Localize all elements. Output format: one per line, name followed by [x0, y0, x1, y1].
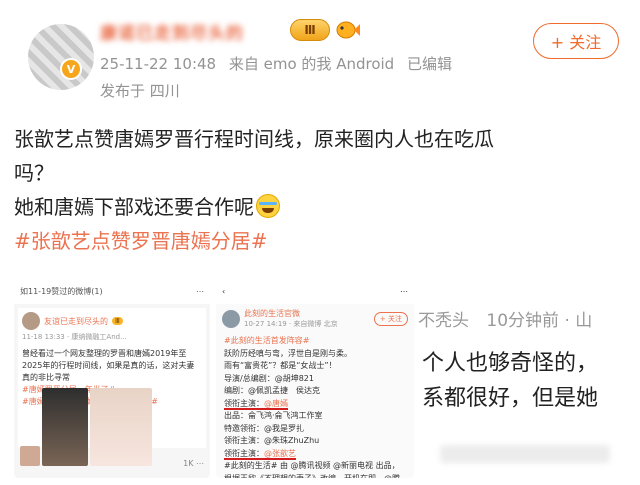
content-line: 她和唐嫣下部戏还要合作呢: [14, 190, 626, 224]
thumb-line: 导演/总编剧：@胡坤821: [224, 373, 314, 383]
thumb-user: 友谊已走到尽头的 Ⅲ: [22, 312, 202, 330]
laugh-cry-emoji-icon: [256, 194, 280, 218]
thumb-meta: 不秃头 10分钟前 · 山: [418, 306, 592, 331]
thumb-header: 如11-19赞过的微博(1) ⋯: [14, 278, 210, 304]
image-thumbnail-2[interactable]: ‹ ⋯ 此刻的生活官微 10-27 14:19 · 来自微博 北京 + 关注 #…: [216, 278, 414, 478]
thumb-photo: [90, 388, 152, 466]
thumb-line-mention: @唐嫣: [264, 398, 288, 410]
post-content: 张歆艺点赞唐嫣罗晋行程时间线，原来圈内人也在吃瓜 吗？ 她和唐嫣下部戏还要合作呢…: [14, 122, 626, 258]
post-time: 25-11-22 10:48: [100, 55, 217, 73]
thumb-username: 不秃头: [418, 311, 469, 331]
thumb-meta: 11-18 13:33 · 康纳微融工And...: [22, 333, 127, 341]
thumb-line: 特邀领衔：@我是罗扎: [224, 423, 304, 433]
fish-icon: [336, 21, 360, 39]
post-location: 发布于 四川: [100, 82, 180, 100]
post-edited: 已编辑: [406, 55, 452, 73]
thumb-paragraph: 曾经看过一个网友整理的罗晋和唐嫣2019年至2025年的行程时间线，如果是真的话…: [22, 349, 195, 382]
thumb-line: 领衔主演：@张歆艺: [224, 448, 406, 461]
more-icon: ⋯: [196, 286, 204, 296]
thumb-text: #此刻的生活首发阵容# 跃阶历经嗔与弯，浮世自是刚与柔。 雨有“富贵花”？都是“…: [216, 333, 414, 478]
thumb-username: 友谊已走到尽头的: [44, 316, 108, 326]
thumb-line-label: 领衔主演：: [224, 448, 264, 460]
thumb-line: 出品：侖飞鸿·侖飞鸿工作室: [224, 411, 323, 420]
thumb-line: 系都很好，但是她: [422, 386, 599, 411]
username[interactable]: 康诺已走到尽头的: [100, 19, 285, 41]
level-badge: Ⅲ: [290, 19, 330, 41]
post-meta: 25-11-22 10:48 来自 emo 的我 Android 已编辑: [100, 53, 460, 74]
thumb-line: 跃阶历经嗔与弯，浮世自是刚与柔。: [224, 348, 352, 358]
thumb-line-mention: @张歆艺: [264, 448, 296, 460]
avatar[interactable]: V: [14, 12, 94, 90]
thumb-user: 此刻的生活官微 10-27 14:19 · 来自微博 北京 + 关注: [216, 304, 414, 333]
blurred-text: [440, 445, 610, 463]
thumb-line: #此刻的生活# 由 @腾讯视频 @新丽电视 出品，根据王欣《不理想的妻子》改编，…: [224, 461, 400, 478]
avatar-image: [28, 24, 94, 90]
avatar: [22, 312, 40, 330]
avatar: [222, 309, 240, 328]
content-line: 吗？: [14, 161, 54, 185]
thumb-line: 雨有“富贵花”？都是“女战士”！: [224, 361, 337, 370]
thumb-line: #此刻的生活首发阵容#: [224, 336, 310, 345]
thumb-line-label: 领衔主演：: [224, 398, 264, 410]
thumb-photo: [42, 388, 88, 466]
thumb-count: 1K ⋯: [183, 459, 204, 468]
thumb-header: ‹ ⋯: [216, 278, 414, 304]
thumb-line: 领衔主演：@朱珠ZhuZhu: [224, 436, 320, 445]
post-source: 来自 emo 的我 Android: [228, 55, 395, 73]
content-text: 她和唐嫣下部戏还要合作呢: [14, 195, 254, 219]
thumb-time: 10分钟前 · 山: [486, 311, 593, 331]
image-thumbnail-1[interactable]: 如11-19赞过的微博(1) ⋯ 友谊已走到尽头的 Ⅲ 11-18 13:33 …: [14, 278, 210, 478]
thumb-header-title: 如11-19赞过的微博(1): [20, 286, 103, 296]
verified-badge: V: [60, 58, 82, 80]
thumb-line: 个人也够奇怪的，: [422, 351, 599, 376]
thumb-line: 领衔主演：@唐嫣: [224, 398, 406, 411]
level-badge: Ⅲ: [112, 317, 123, 325]
thumb-username: 此刻的生活官微: [244, 309, 300, 318]
back-icon: ‹: [222, 286, 226, 296]
more-icon: ⋯: [400, 286, 408, 296]
thumb-photo: [20, 446, 40, 466]
thumb-line: 编剧：@佩凯孟捷 侯达克: [224, 386, 320, 395]
thumb-follow: + 关注: [373, 311, 408, 326]
content-line: 张歆艺点赞唐嫣罗晋行程时间线，原来圈内人也在吃瓜: [14, 127, 494, 151]
hashtag-link[interactable]: #张歆艺点赞罗晋唐嫣分居#: [14, 224, 626, 258]
follow-button[interactable]: + 关注: [533, 23, 619, 59]
thumb-meta: 10-27 14:19 · 来自微博 北京: [244, 320, 338, 328]
